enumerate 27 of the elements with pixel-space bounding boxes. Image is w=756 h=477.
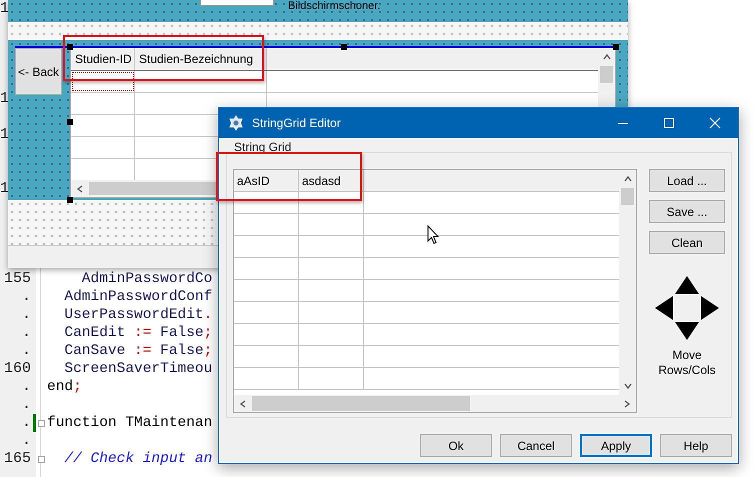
- line-number: 165: [4, 450, 31, 468]
- caption-label: Bildschirmschoner.: [288, 0, 380, 12]
- line-number: .: [22, 324, 31, 342]
- code-line: end;: [47, 379, 82, 395]
- line-number: .: [22, 342, 31, 360]
- code-line: AdminPasswordCo: [80, 271, 212, 287]
- line-number: .: [22, 432, 31, 450]
- move-label: Move Rows/Cols: [657, 348, 717, 378]
- line-number: .: [22, 378, 31, 396]
- code-line: ScreenSaverTimeou: [63, 361, 212, 377]
- line-number: 1: [0, 126, 10, 144]
- window-title: StringGrid Editor: [252, 116, 341, 130]
- line-number: .: [22, 396, 31, 414]
- line-number: 1: [0, 0, 10, 18]
- line-number: 160: [4, 360, 31, 378]
- line-number: .: [22, 414, 31, 432]
- line-number: 1: [0, 180, 10, 198]
- code-line: UserPasswordEdit.: [63, 307, 212, 323]
- code-line: CanSave := False;: [63, 343, 212, 359]
- line-number: .: [22, 306, 31, 324]
- code-line: function TMaintenan: [47, 415, 212, 431]
- line-number: 1: [0, 90, 10, 108]
- line-number: 155: [4, 270, 31, 288]
- line-number: .: [22, 288, 31, 306]
- code-line: // Check input an: [63, 451, 212, 467]
- code-line: CanEdit := False;: [63, 325, 212, 341]
- code-line: AdminPasswordConf: [63, 289, 212, 305]
